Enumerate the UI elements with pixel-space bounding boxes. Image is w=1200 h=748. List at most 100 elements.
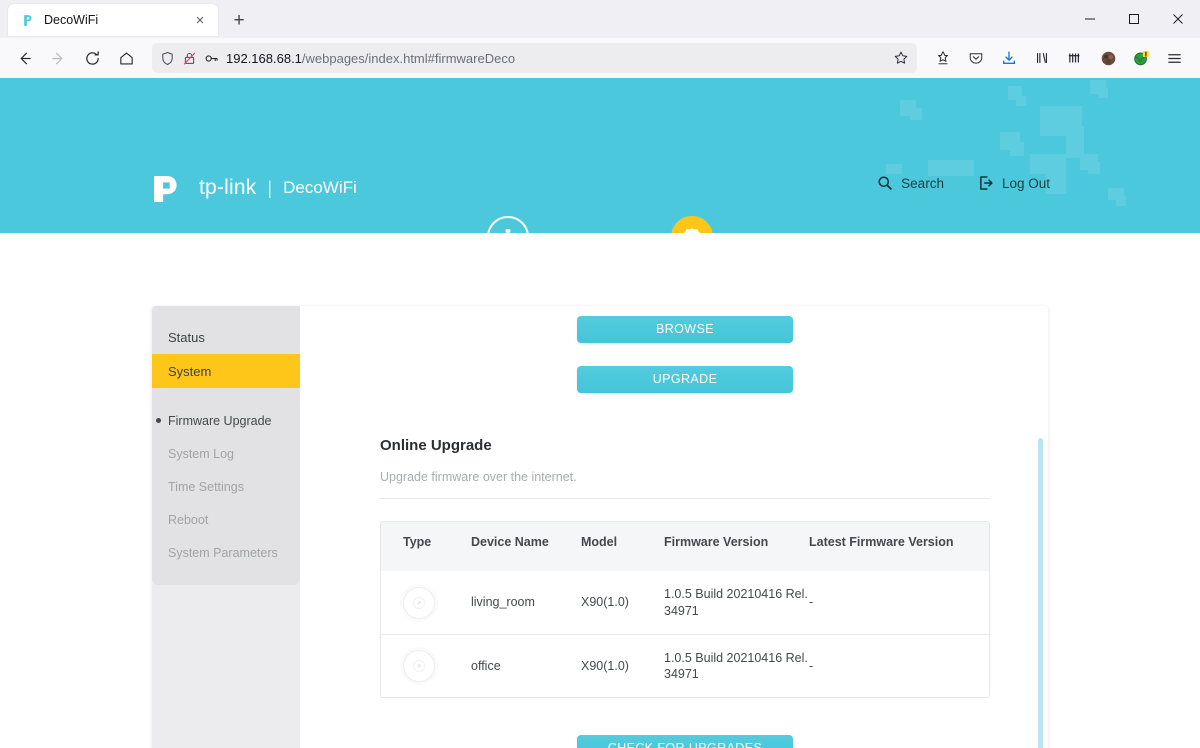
minimize-icon[interactable]: [1068, 0, 1112, 38]
sidebar-submenu: Firmware Upgrade System Log Time Setting…: [152, 394, 300, 569]
brand-separator: |: [267, 177, 273, 198]
cell-device-name: living_room: [471, 595, 535, 610]
network-map-icon: [505, 229, 511, 233]
window-close-icon[interactable]: [1156, 0, 1200, 38]
check-for-upgrades-button[interactable]: CHECK FOR UPGRADES: [577, 735, 793, 748]
sidebar-item-system-log[interactable]: System Log: [152, 437, 300, 470]
downloads-icon[interactable]: [993, 42, 1025, 74]
browser-toolbar-icons: [927, 42, 1190, 74]
save-to-pocket-icon[interactable]: [927, 42, 959, 74]
extensions-icon[interactable]: [1059, 42, 1091, 74]
globe-extension-icon[interactable]: [1125, 42, 1157, 74]
tab-network-map[interactable]: Network Map: [453, 216, 563, 233]
table-row[interactable]: living_room X90(1.0) 1.0.5 Build 2021041…: [381, 571, 989, 634]
logout-button[interactable]: Log Out: [978, 175, 1050, 191]
cell-model: X90(1.0): [581, 658, 629, 673]
settings-card: Status System Firmware Upgrade System Lo…: [152, 306, 1048, 748]
tab-title: DecoWiFi: [44, 13, 99, 27]
upgrade-button[interactable]: UPGRADE: [577, 366, 793, 393]
tplink-favicon: [20, 12, 36, 28]
cell-model: X90(1.0): [581, 595, 629, 610]
section-title: Online Upgrade: [380, 437, 492, 454]
bullet-placeholder-icon: [156, 484, 161, 489]
navigation-toolbar: 192.168.68.1/webpages/index.html#firmwar…: [0, 38, 1200, 78]
sidebar-subitem-label: Firmware Upgrade: [168, 413, 272, 428]
cell-type: [381, 586, 471, 619]
cell-firmware-version: 1.0.5 Build 20210416 Rel. 34971: [664, 587, 808, 618]
url-path: /webpages/index.html#firmwareDeco: [301, 50, 516, 66]
deco-unit-icon: [403, 586, 435, 619]
new-tab-button[interactable]: +: [224, 5, 254, 35]
table-header-row: Type Device Name Model Firmware Version …: [381, 522, 989, 571]
sidebar-item-system-parameters[interactable]: System Parameters: [152, 536, 300, 569]
section-description: Upgrade firmware over the internet.: [380, 470, 577, 484]
home-icon[interactable]: [110, 42, 142, 74]
sidebar-subitem-label: System Parameters: [168, 545, 278, 560]
tab-strip: DecoWiFi × +: [0, 0, 1200, 38]
column-header-type: Type: [403, 535, 432, 549]
shield-icon[interactable]: [160, 51, 175, 66]
content-inner: BROWSE UPGRADE Online Upgrade Upgrade fi…: [300, 316, 1048, 748]
close-icon[interactable]: ×: [190, 10, 210, 30]
browser-chrome: DecoWiFi × + 192.168.68.1/webpages/index…: [0, 0, 1200, 78]
cell-type: [381, 650, 471, 682]
tab-advanced[interactable]: Advanced: [637, 216, 747, 233]
cell-device-name: office: [471, 658, 501, 673]
deco-web-ui: tp-link | DecoWiFi Search Log Out Status…: [0, 78, 1200, 748]
browse-button[interactable]: BROWSE: [577, 316, 793, 343]
window-controls: [1068, 0, 1200, 38]
bullet-placeholder-icon: [156, 451, 161, 456]
brand-logo[interactable]: tp-link | DecoWiFi: [150, 172, 357, 204]
search-icon: [878, 176, 892, 190]
sidebar-item-time-settings[interactable]: Time Settings: [152, 470, 300, 503]
sidebar-subitem-label: System Log: [168, 446, 235, 461]
app-menu-icon[interactable]: [1158, 42, 1190, 74]
bullet-placeholder-icon: [156, 517, 161, 522]
section-divider: [380, 498, 990, 499]
brand-name: tp-link: [199, 176, 257, 199]
firmware-table: Type Device Name Model Firmware Version …: [380, 521, 990, 698]
lock-crossed-icon[interactable]: [182, 51, 197, 66]
column-header-model: Model: [581, 535, 618, 549]
url-bar[interactable]: 192.168.68.1/webpages/index.html#firmwar…: [152, 43, 917, 73]
scrollbar-thumb[interactable]: [1038, 438, 1043, 748]
maximize-icon[interactable]: [1112, 0, 1156, 38]
tplink-logo-icon: [154, 176, 177, 202]
active-bullet-icon: [156, 418, 161, 423]
sidebar-item-label: Status: [168, 329, 205, 345]
sidebar-item-status[interactable]: Status: [152, 320, 300, 354]
table-row[interactable]: office X90(1.0) 1.0.5 Build 20210416 Rel…: [381, 634, 989, 697]
deco-unit-icon: [403, 650, 435, 682]
main-nav-tabs: Network Map Advanced: [0, 216, 1200, 233]
column-header-latest-firmware-version: Latest Firmware Version: [809, 535, 954, 549]
content-scrollbar[interactable]: [1035, 306, 1046, 748]
search-label: Search: [901, 175, 944, 191]
sidebar-item-system[interactable]: System: [152, 354, 300, 388]
bullet-placeholder-icon: [156, 550, 161, 555]
account-avatar-icon[interactable]: [1092, 42, 1124, 74]
back-arrow-icon[interactable]: [8, 42, 40, 74]
cell-firmware-version: 1.0.5 Build 20210416 Rel. 34971: [664, 650, 808, 681]
key-icon[interactable]: [204, 51, 219, 66]
hero-banner: tp-link | DecoWiFi Search Log Out: [0, 78, 1200, 233]
pocket-icon[interactable]: [960, 42, 992, 74]
search-button[interactable]: Search: [877, 175, 944, 191]
library-icon[interactable]: [1026, 42, 1058, 74]
gear-icon: [684, 228, 700, 233]
sidebar-top-items: Status System: [152, 320, 300, 394]
sidebar-item-reboot[interactable]: Reboot: [152, 503, 300, 536]
url-text[interactable]: 192.168.68.1/webpages/index.html#firmwar…: [226, 51, 886, 66]
url-host: 192.168.68.1: [226, 50, 302, 66]
sidebar-subitem-label: Reboot: [168, 512, 209, 527]
column-header-device-name: Device Name: [471, 535, 549, 549]
browser-tab[interactable]: DecoWiFi ×: [8, 4, 218, 36]
column-header-firmware-version: Firmware Version: [664, 535, 769, 549]
cell-latest-firmware-version: -: [809, 658, 814, 673]
hero-actions: Search Log Out: [877, 175, 1050, 191]
logout-label: Log Out: [1001, 175, 1050, 191]
reload-icon[interactable]: [76, 42, 108, 74]
sidebar-item-firmware-upgrade[interactable]: Firmware Upgrade: [152, 404, 300, 437]
forward-arrow-icon[interactable]: [42, 42, 74, 74]
star-icon[interactable]: [893, 50, 909, 66]
gear-icon-circle: [671, 216, 713, 233]
